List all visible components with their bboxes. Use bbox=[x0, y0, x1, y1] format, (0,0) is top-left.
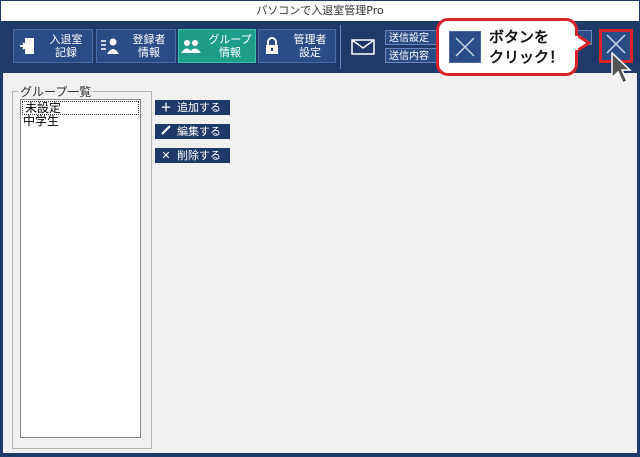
add-button-label: 追加する bbox=[177, 101, 221, 114]
group-listbox[interactable]: 未設定 中学生 bbox=[20, 99, 141, 438]
list-item[interactable]: 中学生 bbox=[21, 115, 140, 129]
toolbar-divider bbox=[340, 25, 341, 69]
instruction-callout: ボタンを クリック！ bbox=[436, 18, 578, 76]
group-info-button[interactable]: グループ 情報 bbox=[178, 29, 256, 63]
registrant-info-button[interactable]: 登録者 情報 bbox=[96, 29, 176, 63]
mail-icon bbox=[351, 39, 375, 59]
user-list-icon bbox=[97, 37, 123, 55]
registrant-info-label: 登録者 情報 bbox=[132, 33, 166, 59]
send-settings-button[interactable]: 送信設定 bbox=[385, 30, 437, 45]
group-icon bbox=[179, 38, 205, 54]
callout-line-1: ボタンを bbox=[489, 28, 550, 46]
entry-record-label: 入退室 記録 bbox=[49, 33, 83, 59]
lock-icon bbox=[259, 37, 285, 55]
list-item[interactable]: 未設定 bbox=[22, 101, 139, 115]
x-icon: ✕ bbox=[161, 149, 171, 162]
group-info-label: グループ 情報 bbox=[208, 33, 252, 59]
admin-settings-label: 管理者 設定 bbox=[293, 33, 327, 59]
close-icon-example bbox=[449, 31, 481, 63]
admin-settings-button[interactable]: 管理者 設定 bbox=[258, 29, 336, 63]
group-list-title: グループ一覧 bbox=[18, 83, 94, 100]
callout-text: ボタンを クリック！ bbox=[489, 27, 564, 67]
callout-line-2: クリック！ bbox=[489, 48, 565, 66]
mouse-cursor-icon bbox=[611, 52, 632, 85]
main-content: グループ一覧 未設定 中学生 ＋ 追加する 編集する ✕ 削除する bbox=[3, 73, 637, 453]
delete-button[interactable]: ✕ 削除する bbox=[155, 148, 230, 163]
send-content-button[interactable]: 送信内容 bbox=[385, 48, 437, 63]
entry-record-button[interactable]: 入退室 記録 bbox=[13, 29, 93, 63]
door-icon bbox=[14, 37, 40, 55]
delete-button-label: 削除する bbox=[177, 149, 221, 162]
plus-icon: ＋ bbox=[160, 101, 172, 114]
pencil-icon bbox=[159, 124, 173, 139]
edit-button-label: 編集する bbox=[177, 125, 221, 138]
add-button[interactable]: ＋ 追加する bbox=[155, 100, 230, 115]
edit-button[interactable]: 編集する bbox=[155, 124, 230, 139]
group-list-panel: グループ一覧 未設定 中学生 bbox=[12, 83, 152, 449]
callout-tail bbox=[575, 32, 591, 54]
